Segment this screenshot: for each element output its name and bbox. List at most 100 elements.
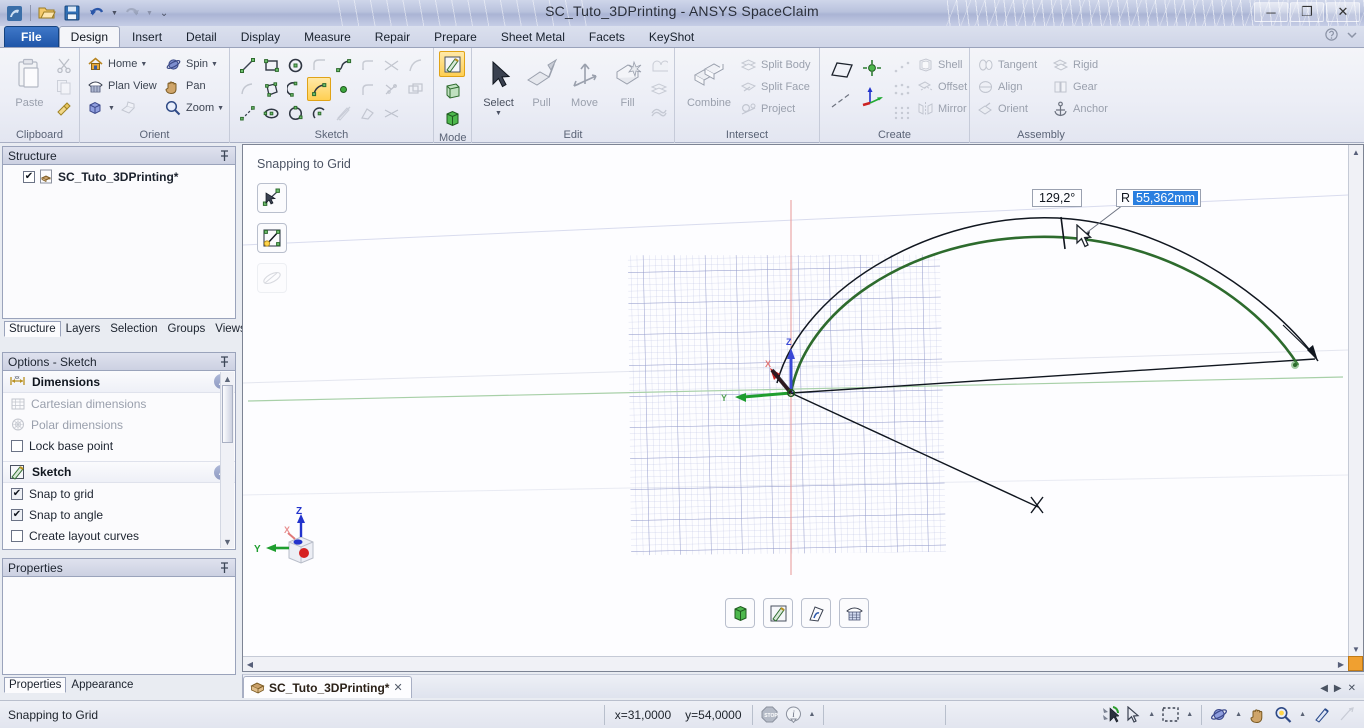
- gear-button[interactable]: Gear: [1050, 76, 1097, 98]
- options-pin-icon[interactable]: [219, 355, 230, 368]
- move-button[interactable]: Move: [563, 51, 606, 109]
- viewport-resize-corner[interactable]: [1348, 656, 1363, 671]
- select-mode-caret[interactable]: ▲: [1148, 711, 1155, 718]
- box-select-caret[interactable]: ▲: [1186, 711, 1193, 718]
- select-arrow-icon[interactable]: [1126, 706, 1141, 723]
- viewport-scroll-up-arrow[interactable]: ▲: [1349, 145, 1363, 159]
- tangent-button[interactable]: Tangent: [975, 54, 1050, 76]
- minimize-ribbon-icon[interactable]: [1346, 29, 1358, 41]
- panel-tab-layers[interactable]: Layers: [61, 321, 106, 337]
- sweep-arc-icon[interactable]: [307, 77, 331, 101]
- circle-three-point-icon[interactable]: [283, 101, 307, 125]
- scroll-thumb[interactable]: [222, 385, 233, 443]
- viewport-scroll-left-arrow[interactable]: ◀: [243, 657, 257, 671]
- ribbon-tab-design[interactable]: Design: [58, 26, 121, 47]
- radius-dimension-callout[interactable]: R 55,362mm: [1116, 189, 1202, 207]
- zoom-dropdown-caret[interactable]: ▼: [217, 105, 224, 112]
- split-face-button[interactable]: Split Face: [738, 76, 811, 98]
- viewport-scroll-down-arrow[interactable]: ▼: [1349, 642, 1363, 656]
- ribbon-tab-display[interactable]: Display: [229, 26, 292, 47]
- ellipse-icon[interactable]: [259, 101, 283, 125]
- point-icon[interactable]: [331, 77, 355, 101]
- properties-panel-body[interactable]: [2, 577, 236, 675]
- sketch-pen-icon[interactable]: [1313, 706, 1331, 723]
- pull-button[interactable]: Pull: [520, 51, 563, 109]
- polygon-icon[interactable]: [259, 77, 283, 101]
- spaceclaim-logo-icon[interactable]: [3, 2, 25, 24]
- ribbon-tab-sheet-metal[interactable]: Sheet Metal: [489, 26, 577, 47]
- options-group-dimensions[interactable]: xx Dimensions ▲: [3, 371, 235, 393]
- view-orientation-triad[interactable]: Z Y X: [251, 506, 341, 576]
- spin-button[interactable]: Spin ▼: [163, 53, 218, 75]
- zoom-view-icon[interactable]: [1274, 706, 1292, 723]
- offset-button[interactable]: Offset: [915, 76, 967, 98]
- document-tab[interactable]: SC_Tuto_3DPrinting* ✕: [243, 676, 412, 698]
- three-point-arc-icon[interactable]: [283, 77, 307, 101]
- panel-tab-structure[interactable]: Structure: [4, 321, 61, 337]
- plane-icon[interactable]: [829, 57, 855, 83]
- home-button[interactable]: Home ▼: [85, 53, 163, 75]
- home-dropdown-caret[interactable]: ▼: [140, 61, 147, 68]
- plan-view-button[interactable]: Plan View: [85, 75, 163, 97]
- structure-tree[interactable]: ✔ SC_Tuto_3DPrinting*: [2, 165, 236, 319]
- open-icon[interactable]: [36, 2, 58, 24]
- option-create-layout-curves[interactable]: Create layout curves: [3, 525, 235, 546]
- zoom-button[interactable]: Zoom ▼: [163, 97, 224, 119]
- select-dropdown-caret[interactable]: ▼: [495, 110, 502, 117]
- scroll-up-arrow[interactable]: ▲: [221, 372, 234, 385]
- angle-dimension-callout[interactable]: 129,2°: [1032, 189, 1083, 207]
- tab-nav-close[interactable]: ✕: [1348, 683, 1356, 694]
- spline-icon[interactable]: [331, 53, 355, 77]
- axis-icon[interactable]: [859, 55, 885, 81]
- option-snap-to-grid[interactable]: ✔ Snap to grid: [3, 483, 235, 504]
- sketch-plane-tool-button[interactable]: [257, 223, 287, 253]
- lock-base-point-checkbox[interactable]: [11, 439, 23, 452]
- section-mode-button[interactable]: [801, 598, 831, 628]
- line-icon[interactable]: [235, 53, 259, 77]
- scroll-down-arrow[interactable]: ▼: [221, 535, 234, 548]
- pan-view-icon[interactable]: [1249, 706, 1267, 723]
- create-layout-curves-checkbox[interactable]: [11, 529, 23, 542]
- shell-button[interactable]: Shell: [915, 54, 967, 76]
- viewport-horizontal-scrollbar[interactable]: ◀ ▶: [243, 656, 1348, 671]
- radius-dimension-value[interactable]: 55,362mm: [1133, 191, 1199, 205]
- ribbon-tab-facets[interactable]: Facets: [577, 26, 637, 47]
- arc-icon[interactable]: [307, 101, 331, 125]
- status-expand-caret[interactable]: ▲: [809, 711, 816, 718]
- pin-icon[interactable]: [219, 149, 230, 162]
- ribbon-tab-detail[interactable]: Detail: [174, 26, 229, 47]
- graphics-viewport[interactable]: Z Y X Snapping to Grid Z Y X 129,2° R 55…: [242, 144, 1364, 672]
- document-tab-close-icon[interactable]: ✕: [393, 681, 402, 694]
- ribbon-tab-keyshot[interactable]: KeyShot: [637, 26, 706, 47]
- reference-line-icon[interactable]: [235, 101, 259, 125]
- zoom-view-caret[interactable]: ▲: [1299, 711, 1306, 718]
- split-body-button[interactable]: Split Body: [738, 54, 811, 76]
- spin-dropdown-caret[interactable]: ▼: [211, 61, 218, 68]
- 3d-mode-button[interactable]: [725, 598, 755, 628]
- select-button[interactable]: Select ▼: [477, 51, 520, 117]
- undo-icon[interactable]: [86, 2, 108, 24]
- panel-tab-selection[interactable]: Selection: [105, 321, 162, 337]
- 3d-mode-icon[interactable]: [439, 105, 465, 131]
- customize-qat-icon[interactable]: ⌄: [160, 8, 168, 19]
- circle-icon[interactable]: [283, 53, 307, 77]
- orient-assembly-button[interactable]: Orient: [975, 98, 1050, 120]
- option-polar-dimensions[interactable]: Polar dimensions: [3, 414, 235, 435]
- spin-view-icon[interactable]: [1210, 706, 1228, 723]
- ribbon-tab-repair[interactable]: Repair: [363, 26, 422, 47]
- ribbon-tab-prepare[interactable]: Prepare: [422, 26, 489, 47]
- minimize-button[interactable]: ─: [1254, 2, 1288, 22]
- combine-button[interactable]: Combine: [680, 51, 738, 109]
- ribbon-tab-insert[interactable]: Insert: [120, 26, 174, 47]
- select-sketch-tool-button[interactable]: [257, 183, 287, 213]
- maximize-button[interactable]: ❐: [1290, 2, 1324, 22]
- visibility-checkbox[interactable]: ✔: [23, 170, 35, 183]
- tab-nav-prev[interactable]: ◀: [1320, 683, 1328, 694]
- panel-tab-appearance[interactable]: Appearance: [66, 677, 138, 693]
- ribbon-tab-file[interactable]: File: [4, 26, 59, 47]
- pan-button[interactable]: Pan: [163, 75, 206, 97]
- save-icon[interactable]: [61, 2, 83, 24]
- section-mode-icon[interactable]: [439, 78, 465, 104]
- sketch-line-icon[interactable]: [829, 87, 855, 113]
- help-icon[interactable]: [1325, 28, 1338, 41]
